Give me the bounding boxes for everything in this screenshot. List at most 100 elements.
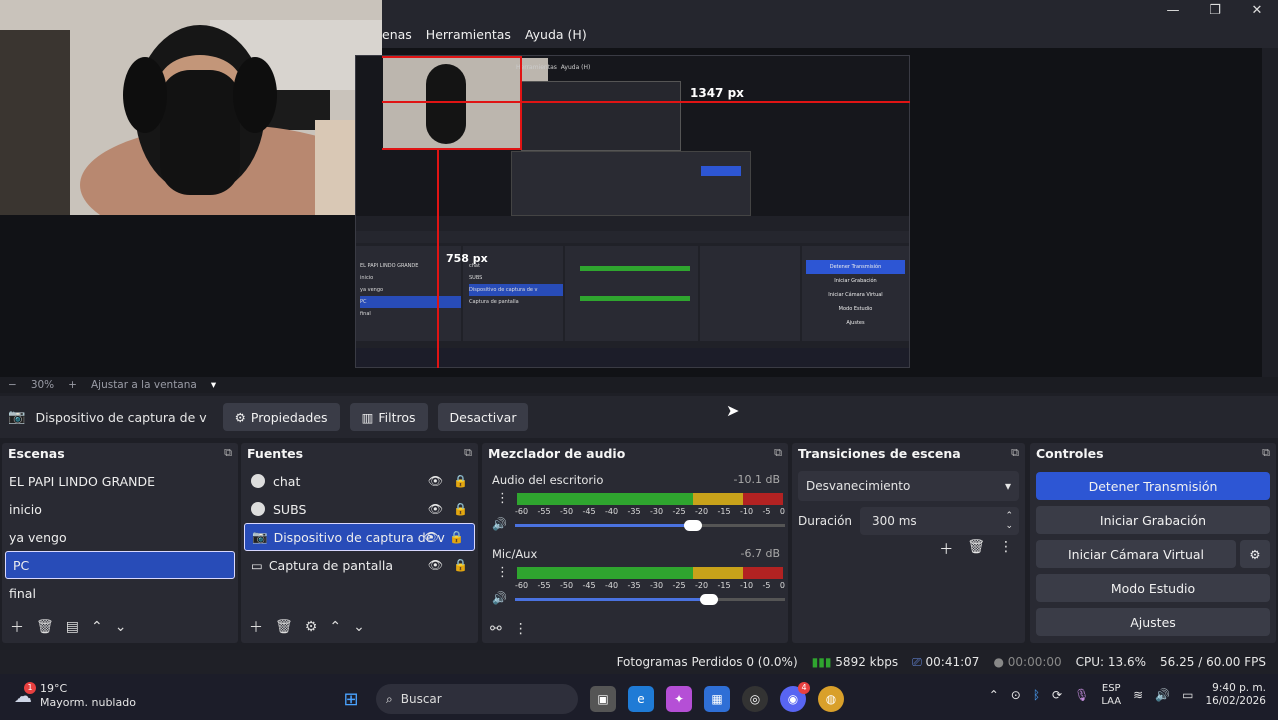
move-down-icon[interactable]: ⌄ [353, 619, 365, 635]
source-item[interactable]: SUBS 👁 🔒 [241, 495, 478, 523]
speaker-icon[interactable]: 🔊 [492, 591, 507, 605]
lock-icon[interactable]: 🔒 [453, 502, 468, 516]
lock-icon[interactable]: 🔒 [453, 558, 468, 572]
add-scene-icon[interactable]: ＋ [10, 617, 24, 637]
lock-icon[interactable]: 🔒 [449, 530, 464, 544]
deactivate-button[interactable]: Desactivar [437, 403, 529, 431]
volume-handle[interactable] [684, 520, 703, 531]
level-meter [517, 493, 783, 505]
store-icon[interactable]: ▦ [704, 686, 730, 712]
advanced-audio-icon[interactable]: ⚯ [490, 621, 502, 637]
remove-transition-icon[interactable]: 🗑 [967, 539, 985, 559]
undock-icon[interactable]: ⧉ [1262, 446, 1270, 460]
mixer-menu-icon[interactable]: ⋮ [514, 621, 528, 637]
settings-button[interactable]: Ajustes [1036, 608, 1270, 636]
undock-icon[interactable]: ⧉ [1011, 446, 1019, 460]
visibility-eye-icon[interactable]: 👁 [424, 530, 439, 544]
scene-item[interactable]: final [2, 579, 238, 607]
sync-icon[interactable]: ⟳ [1052, 688, 1062, 702]
source-settings-icon[interactable]: ⚙ [305, 619, 318, 635]
source-item-selected[interactable]: 📷 Dispositivo de captura de v 👁 🔒 [244, 523, 475, 551]
stop-stream-button[interactable]: Detener Transmisión [1036, 472, 1270, 500]
scale-tick: -60 [515, 507, 529, 516]
maximize-icon[interactable]: ❐ [1194, 0, 1236, 20]
volume-handle[interactable] [700, 594, 719, 605]
windows-start-icon[interactable]: ⊞ [338, 686, 364, 712]
copilot-icon[interactable]: ✦ [666, 686, 692, 712]
bluetooth-icon[interactable]: ᛒ [1033, 688, 1040, 702]
wifi-icon[interactable]: ≋ [1133, 688, 1143, 702]
menu-item-tools[interactable]: Herramientas [426, 27, 511, 42]
record-icon: ● [993, 655, 1004, 669]
start-recording-button[interactable]: Iniciar Grabación [1036, 506, 1270, 534]
source-item[interactable]: ▭ Captura de pantalla 👁 🔒 [241, 551, 478, 579]
fit-window-label[interactable]: Ajustar a la ventana [91, 379, 197, 391]
scenes-title: Escenas [8, 445, 65, 461]
virtual-camera-settings-icon[interactable]: ⚙ [1240, 540, 1270, 568]
add-transition-icon[interactable]: ＋ [939, 539, 953, 559]
scene-item[interactable]: inicio [2, 495, 238, 523]
filters-button[interactable]: ▥ Filtros [349, 403, 428, 431]
zoom-dropdown-icon[interactable]: ▾ [211, 379, 216, 391]
volume-icon[interactable]: 🔊 [1155, 688, 1170, 702]
chrome-icon[interactable]: ◍ [818, 686, 844, 712]
mic-icon[interactable]: 🎙 [1074, 688, 1089, 702]
scale-tick: 0 [779, 581, 785, 590]
task-view-icon[interactable]: ▣ [590, 686, 616, 712]
volume-fill [515, 598, 710, 601]
zoom-in-button[interactable]: + [68, 379, 77, 391]
discord-icon[interactable]: ◉ 4 [780, 682, 810, 712]
taskbar-search-box[interactable]: ⌕ Buscar [376, 684, 578, 714]
add-source-icon[interactable]: ＋ [249, 617, 263, 637]
stepper-icon[interactable]: ⌃ ⌄ [1005, 511, 1013, 531]
obs-icon[interactable]: ◎ [742, 686, 768, 712]
virtual-camera-button[interactable]: Iniciar Cámara Virtual [1036, 540, 1236, 568]
scale-tick: -25 [672, 581, 686, 590]
undock-icon[interactable]: ⧉ [464, 446, 472, 460]
language-indicator[interactable]: ESP LAA [1101, 682, 1121, 708]
tray-icon[interactable]: ⊙ [1011, 688, 1021, 702]
weather-widget[interactable]: ☁ 1 19°C Mayorm. nublado [14, 681, 136, 710]
zoom-out-button[interactable]: − [8, 379, 17, 391]
source-item[interactable]: chat 👁 🔒 [241, 467, 478, 495]
volume-slider[interactable] [515, 594, 785, 605]
scene-item[interactable]: ya vengo [2, 523, 238, 551]
scale-tick: -40 [605, 581, 619, 590]
volume-slider[interactable] [515, 520, 785, 531]
clock[interactable]: 9:40 p. m. 16/02/2026 [1205, 682, 1266, 708]
speaker-icon[interactable]: 🔊 [492, 517, 507, 531]
visibility-eye-icon[interactable]: 👁 [428, 474, 443, 488]
remove-source-icon[interactable]: 🗑 [275, 619, 293, 635]
duration-input[interactable]: 300 ms ⌃ ⌄ [860, 507, 1019, 535]
scene-item[interactable]: EL PAPI LINDO GRANDE [2, 467, 238, 495]
scale-tick: 0 [779, 507, 785, 516]
minimize-icon[interactable]: — [1152, 0, 1194, 20]
remove-scene-icon[interactable]: 🗑 [36, 619, 54, 635]
studio-mode-button[interactable]: Modo Estudio [1036, 574, 1270, 602]
move-down-icon[interactable]: ⌄ [115, 619, 127, 635]
visibility-eye-icon[interactable]: 👁 [428, 558, 443, 572]
undock-icon[interactable]: ⧉ [224, 446, 232, 460]
transition-select[interactable]: Desvanecimiento ▾ [798, 471, 1019, 501]
properties-button[interactable]: ⚙ Propiedades [222, 403, 340, 431]
battery-icon[interactable]: ▭ [1182, 688, 1193, 702]
chevron-down-icon: ▾ [1004, 479, 1011, 493]
undock-icon[interactable]: ⧉ [774, 446, 782, 460]
channel-db: -6.7 dB [740, 547, 781, 560]
scene-filters-icon[interactable]: ▤ [66, 619, 79, 635]
menu-item-scenes[interactable]: enas [382, 27, 412, 42]
edge-icon[interactable]: e [628, 686, 654, 712]
channel-menu-icon[interactable]: ⋮ [496, 565, 509, 580]
dropped-frames: Fotogramas Perdidos 0 (0.0%) [616, 655, 798, 669]
move-up-icon[interactable]: ⌃ [329, 619, 341, 635]
channel-menu-icon[interactable]: ⋮ [496, 491, 509, 506]
lock-icon[interactable]: 🔒 [453, 474, 468, 488]
search-icon: ⌕ [386, 691, 393, 706]
close-icon[interactable]: ✕ [1236, 0, 1278, 20]
visibility-eye-icon[interactable]: 👁 [428, 502, 443, 516]
move-up-icon[interactable]: ⌃ [91, 619, 103, 635]
chevron-up-icon[interactable]: ⌃ [989, 688, 999, 702]
scene-item-selected[interactable]: PC [5, 551, 235, 579]
menu-item-help[interactable]: Ayuda (H) [525, 27, 587, 42]
transition-menu-icon[interactable]: ⋮ [999, 539, 1013, 559]
